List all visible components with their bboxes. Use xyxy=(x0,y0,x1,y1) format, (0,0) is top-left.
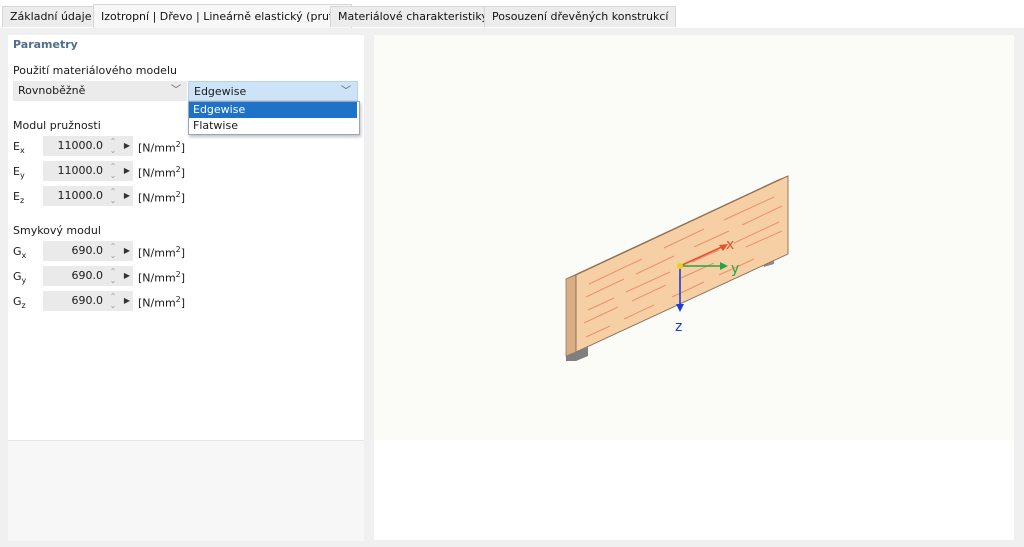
gz-unit: [N/mm2] xyxy=(138,295,186,310)
spin-updown-icon[interactable]: ⌃ ⌄ xyxy=(109,136,117,155)
right-lower-area xyxy=(374,440,1014,540)
gx-value: 690.0 xyxy=(71,244,104,257)
tab-timber-design[interactable]: Posouzení dřevěných konstrukcí xyxy=(484,6,677,27)
orientation-select[interactable]: Edgewise ﹀ xyxy=(188,81,358,101)
x-axis-label: x xyxy=(726,237,734,253)
gz-value: 690.0 xyxy=(71,294,104,307)
dropdown-option-flatwise[interactable]: Flatwise xyxy=(189,118,357,134)
play-arrow-icon[interactable]: ▶ xyxy=(124,161,130,181)
ey-unit: [N/mm2] xyxy=(138,165,186,180)
y-axis-label: y xyxy=(731,261,739,277)
parameters-title: Parametry xyxy=(13,38,78,51)
play-arrow-icon[interactable]: ▶ xyxy=(124,136,130,156)
chevron-down-icon: ﹀ xyxy=(171,85,181,96)
tab-isotropic-wood[interactable]: Izotropní | Dřevo | Lineárně elastický (… xyxy=(93,4,353,28)
ey-value: 11000.0 xyxy=(57,164,104,177)
symbol-ex: Ex xyxy=(13,140,25,156)
tab-material-characteristics[interactable]: Materiálové charakteristiky xyxy=(330,6,496,27)
ey-input[interactable]: 11000.0 ⌃ ⌄ ▶ xyxy=(43,161,133,181)
model-viewport[interactable]: x y z xyxy=(374,35,1014,440)
ez-value: 11000.0 xyxy=(57,189,104,202)
spin-updown-icon[interactable]: ⌃ ⌄ xyxy=(109,161,117,180)
ex-value: 11000.0 xyxy=(57,139,104,152)
beam-illustration: x y z xyxy=(565,175,789,361)
ez-unit: [N/mm2] xyxy=(138,190,186,205)
play-arrow-icon[interactable]: ▶ xyxy=(124,186,130,206)
parameters-panel: Parametry Použití materiálového modelu R… xyxy=(8,35,364,541)
play-arrow-icon[interactable]: ▶ xyxy=(124,291,130,311)
beam-end-face xyxy=(565,274,577,357)
orientation-dropdown-list: Edgewise Flatwise xyxy=(188,101,360,135)
gz-input[interactable]: 690.0 ⌃ ⌄ ▶ xyxy=(43,291,133,311)
z-axis-arrowhead xyxy=(676,304,684,312)
symbol-gy: Gy xyxy=(13,270,27,286)
dropdown-option-edgewise[interactable]: Edgewise xyxy=(189,102,357,118)
gy-unit: [N/mm2] xyxy=(138,270,186,285)
z-axis-label: z xyxy=(675,319,682,335)
origin-point xyxy=(677,263,683,269)
gy-input[interactable]: 690.0 ⌃ ⌄ ▶ xyxy=(43,266,133,286)
ex-input[interactable]: 11000.0 ⌃ ⌄ ▶ xyxy=(43,136,133,156)
spin-updown-icon[interactable]: ⌃ ⌄ xyxy=(109,186,117,205)
material-model-select[interactable]: Rovnoběžně ﹀ xyxy=(13,81,187,101)
play-arrow-icon[interactable]: ▶ xyxy=(124,266,130,286)
left-lower-area xyxy=(8,440,364,541)
material-model-label: Použití materiálového modelu xyxy=(13,64,177,77)
orientation-value: Edgewise xyxy=(194,85,247,98)
symbol-gx: Gx xyxy=(13,245,27,261)
play-arrow-icon[interactable]: ▶ xyxy=(124,241,130,261)
spin-updown-icon[interactable]: ⌃ ⌄ xyxy=(109,266,117,285)
symbol-gz: Gz xyxy=(13,295,26,311)
symbol-ez: Ez xyxy=(13,190,25,206)
symbol-ey: Ey xyxy=(13,165,25,181)
ez-input[interactable]: 11000.0 ⌃ ⌄ ▶ xyxy=(43,186,133,206)
preview-panel: x y z xyxy=(374,35,1014,540)
shear-modulus-title: Smykový modul xyxy=(13,224,101,237)
spin-updown-icon[interactable]: ⌃ ⌄ xyxy=(109,291,117,310)
spin-updown-icon[interactable]: ⌃ ⌄ xyxy=(109,241,117,260)
chevron-down-icon: ﹀ xyxy=(341,86,351,97)
gx-input[interactable]: 690.0 ⌃ ⌄ ▶ xyxy=(43,241,133,261)
tab-bar: Základní údaje Izotropní | Dřevo | Lineá… xyxy=(0,0,1024,28)
elasticity-modulus-title: Modul pružnosti xyxy=(13,119,101,132)
gy-value: 690.0 xyxy=(71,269,104,282)
tab-basic-data[interactable]: Základní údaje xyxy=(2,6,100,27)
gx-unit: [N/mm2] xyxy=(138,245,186,260)
material-model-value: Rovnoběžně xyxy=(18,84,86,97)
ex-unit: [N/mm2] xyxy=(138,140,186,155)
